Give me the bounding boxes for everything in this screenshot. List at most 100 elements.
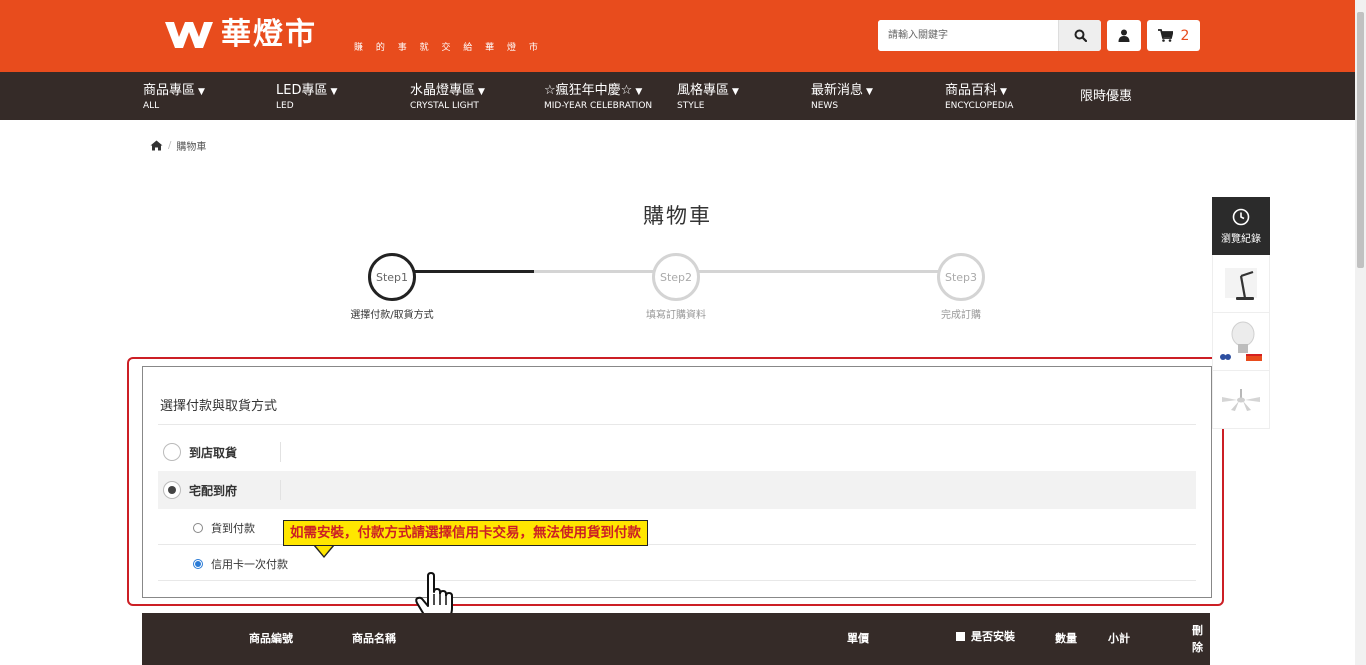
logo-name: 華燈市	[221, 17, 317, 52]
sub-option-credit-card[interactable]: 信用卡一次付款	[193, 556, 288, 572]
chevron-down-icon: ▼	[1000, 87, 1007, 97]
history-thumb-desk-lamp[interactable]	[1212, 255, 1270, 313]
logo-w-icon	[165, 22, 213, 48]
nav-sublabel: MID-YEAR CELEBRATION	[544, 101, 653, 111]
credit-card-radio[interactable]	[193, 559, 203, 569]
chevron-down-icon: ▼	[732, 87, 739, 97]
nav-sublabel: ALL	[143, 101, 160, 111]
col-product-code: 商品編號	[249, 632, 293, 645]
top-bar: 華燈市 賺 的 事 就 交 給 華 燈 市 請輸入關鍵字 2	[0, 0, 1355, 72]
led-bulb-icon	[1220, 321, 1262, 361]
sub-option-label: 信用卡一次付款	[211, 558, 288, 571]
browsing-history-label: 瀏覽紀錄	[1221, 233, 1261, 245]
step-1-label: 選擇付款/取貨方式	[350, 310, 434, 321]
step-1-circle: Step1	[368, 253, 416, 301]
logo[interactable]: 華燈市	[163, 18, 317, 54]
search-input[interactable]	[878, 20, 1058, 51]
col-install: 是否安裝	[956, 628, 1015, 644]
breadcrumb: / 購物車	[150, 138, 206, 153]
nav-item-limited-offer[interactable]: 限時優惠	[1080, 89, 1132, 105]
nav-sublabel: CRYSTAL LIGHT	[410, 101, 479, 111]
clock-icon	[1232, 208, 1250, 225]
chevron-down-icon: ▼	[330, 87, 338, 97]
divider	[158, 580, 1196, 581]
divider	[158, 424, 1196, 425]
step-track-line	[534, 270, 962, 273]
main-nav: 商品專區 ▼ ALL LED專區 ▼ LED 水晶燈專區 ▼ CRYSTAL LIGH…	[0, 72, 1355, 120]
step-2-label: 填寫訂購資料	[646, 310, 706, 321]
radio-dot	[195, 561, 201, 567]
browsing-history-button[interactable]: 瀏覽紀錄	[1212, 197, 1270, 255]
payment-panel: 選擇付款與取貨方式 到店取貨 宅配到府 貨到付款 信用卡一次付款	[142, 366, 1212, 598]
browsing-history: 瀏覽紀錄	[1212, 197, 1270, 430]
home-icon[interactable]	[150, 140, 163, 151]
step-3-label: 完成訂購	[941, 310, 981, 321]
payment-panel-title: 選擇付款與取貨方式	[160, 399, 278, 414]
sub-option-label: 貨到付款	[211, 522, 255, 535]
nav-label: 限時優惠	[1080, 89, 1133, 104]
breadcrumb-current: 購物車	[176, 142, 207, 153]
nav-label: 商品百科	[945, 83, 998, 98]
nav-label: 水晶燈專區	[410, 83, 476, 98]
option-store-pickup[interactable]: 到店取貨	[158, 433, 1196, 471]
cart-icon	[1157, 29, 1173, 42]
cart-table-header: 商品編號 商品名稱 單價 是否安裝 數量 小計 刪除	[142, 613, 1210, 665]
nav-sublabel: ENCYCLOPEDIA	[945, 101, 1014, 111]
install-all-checkbox[interactable]	[956, 632, 965, 641]
nav-label: LED專區	[276, 83, 328, 98]
divider	[280, 480, 281, 500]
nav-item-encyclopedia[interactable]: 商品百科 ▼ ENCYCLOPEDIA	[945, 83, 1013, 112]
page-title: 購物車	[643, 204, 712, 228]
chevron-down-icon: ▼	[635, 87, 643, 97]
nav-sublabel: LED	[276, 101, 294, 111]
scrollbar[interactable]	[1355, 0, 1366, 665]
step-3-circle: Step3	[937, 253, 985, 301]
radio-dot	[168, 486, 176, 494]
breadcrumb-separator: /	[168, 140, 172, 151]
nav-label: 風格專區	[677, 83, 730, 98]
nav-item-all[interactable]: 商品專區 ▼ ALL	[143, 83, 205, 112]
desk-lamp-icon	[1225, 267, 1257, 300]
chevron-down-icon: ▼	[478, 87, 485, 97]
history-thumb-led-bulb[interactable]	[1212, 313, 1270, 371]
cart-count: 2	[1180, 27, 1190, 44]
option-home-delivery[interactable]: 宅配到府	[158, 471, 1196, 509]
user-icon	[1118, 29, 1130, 42]
cash-on-delivery-radio[interactable]	[193, 523, 203, 533]
search-box	[878, 20, 1101, 51]
scrollbar-thumb[interactable]	[1357, 12, 1364, 268]
page: 華燈市 賺 的 事 就 交 給 華 燈 市 請輸入關鍵字 2 商品專區 ▼ AL…	[0, 0, 1366, 665]
logo-slogan: 賺 的 事 就 交 給 華 燈 市	[354, 43, 543, 53]
nav-sublabel: STYLE	[677, 101, 705, 111]
nav-label: ☆瘋狂年中慶☆	[544, 83, 633, 98]
nav-item-mid-year[interactable]: ☆瘋狂年中慶☆ ▼ MID-YEAR CELEBRATION	[544, 83, 652, 112]
option-label: 宅配到府	[189, 483, 238, 498]
nav-item-led[interactable]: LED專區 ▼ LED	[276, 83, 337, 112]
col-quantity: 數量	[1055, 632, 1077, 645]
divider	[280, 442, 281, 462]
chevron-down-icon: ▼	[866, 87, 873, 97]
chevron-down-icon: ▼	[198, 87, 205, 97]
callout-tail-fill	[315, 545, 333, 556]
step-2-circle: Step2	[652, 253, 700, 301]
cart-button[interactable]: 2	[1147, 20, 1200, 51]
home-delivery-radio[interactable]	[163, 481, 181, 499]
nav-item-style[interactable]: 風格專區 ▼ STYLE	[677, 83, 739, 112]
nav-item-news[interactable]: 最新消息 ▼ NEWS	[811, 83, 873, 112]
col-subtotal: 小計	[1108, 632, 1130, 645]
nav-label: 商品專區	[143, 83, 196, 98]
account-button[interactable]	[1107, 20, 1141, 51]
store-pickup-radio[interactable]	[163, 443, 181, 461]
option-label: 到店取貨	[189, 445, 238, 460]
nav-item-crystal-light[interactable]: 水晶燈專區 ▼ CRYSTAL LIGHT	[410, 83, 485, 112]
nav-label: 最新消息	[811, 83, 864, 98]
nav-sublabel: NEWS	[811, 101, 839, 111]
install-notice-callout: 如需安裝，付款方式請選擇信用卡交易，無法使用貨到付款	[283, 520, 648, 546]
sub-option-cash-on-delivery[interactable]: 貨到付款	[193, 520, 255, 536]
history-thumb-ceiling-fan[interactable]	[1212, 371, 1270, 429]
search-button[interactable]	[1058, 20, 1101, 51]
ceiling-fan-icon	[1222, 388, 1260, 411]
col-product-name: 商品名稱	[352, 632, 396, 645]
col-install-label: 是否安裝	[971, 630, 1015, 643]
col-unit-price: 單價	[847, 632, 869, 645]
